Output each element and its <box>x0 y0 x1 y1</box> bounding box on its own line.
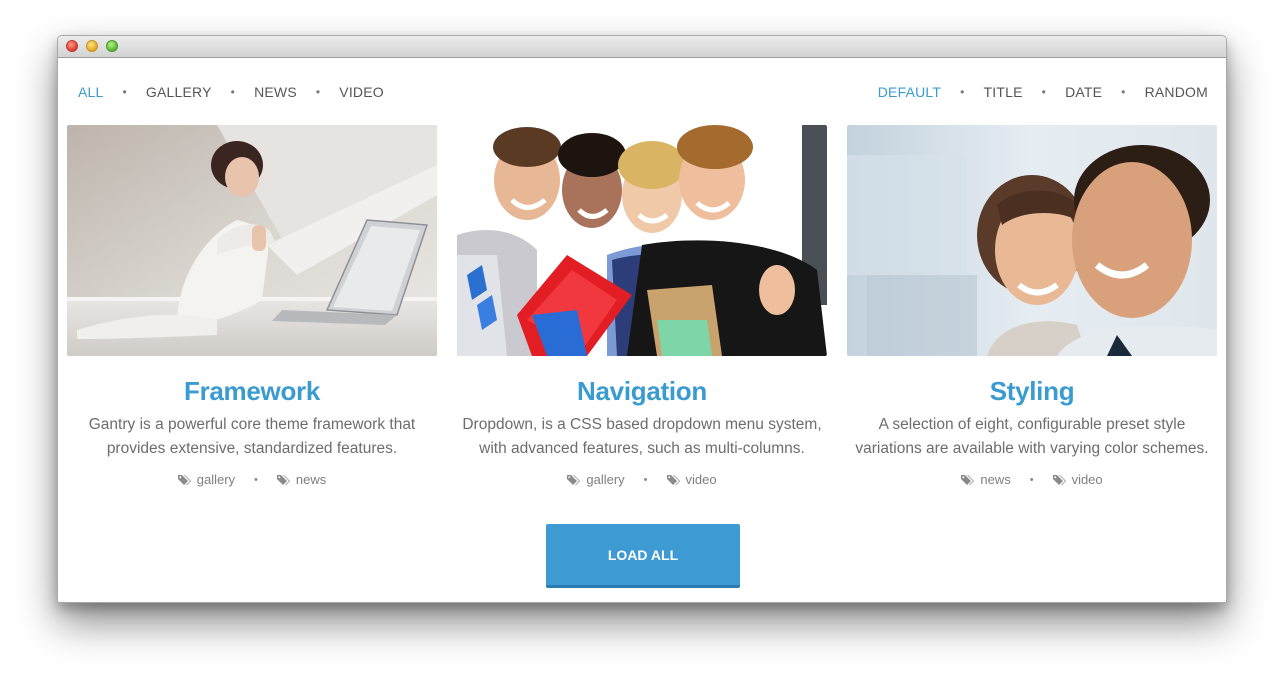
tag-video[interactable]: video <box>1052 472 1103 487</box>
card-image[interactable] <box>457 125 827 356</box>
card-navigation: Navigation Dropdown, is a CSS based drop… <box>457 125 827 487</box>
filter-all[interactable]: ALL <box>78 84 104 100</box>
tag-label: gallery <box>586 472 625 487</box>
tag-label: news <box>980 472 1011 487</box>
tag-gallery[interactable]: gallery <box>567 472 625 487</box>
separator-dot: • <box>122 85 127 99</box>
tag-label: video <box>1071 472 1103 487</box>
separator-dot: • <box>230 85 236 99</box>
minimize-window-button[interactable] <box>86 40 98 52</box>
tags-icon <box>961 474 975 485</box>
separator-dot: • <box>1041 85 1047 99</box>
filter-video[interactable]: VIDEO <box>339 84 384 100</box>
sort-default[interactable]: DEFAULT <box>878 84 941 100</box>
tag-gallery[interactable]: gallery <box>177 472 236 487</box>
separator-dot: • <box>1029 473 1034 486</box>
sort-title[interactable]: TITLE <box>984 84 1023 100</box>
card-description: Gantry is a powerful core theme framewor… <box>88 416 416 457</box>
tags-icon <box>276 474 290 485</box>
title-bar <box>58 36 1226 58</box>
separator-dot: • <box>1121 85 1126 99</box>
tags-icon <box>666 474 680 485</box>
separator-dot: • <box>315 85 321 99</box>
card-title[interactable]: Framework <box>67 376 437 407</box>
card-description: Dropdown, is a CSS based dropdown menu s… <box>462 416 822 457</box>
filter-nav: ALL • GALLERY • NEWS • VIDEO <box>78 82 384 102</box>
browser-window: ALL • GALLERY • NEWS • VIDEO DEFAULT • T… <box>57 35 1227 603</box>
tag-news[interactable]: news <box>961 472 1011 487</box>
card-styling: Styling A selection of eight, configurab… <box>847 125 1217 487</box>
separator-dot: • <box>960 85 965 99</box>
card-title[interactable]: Navigation <box>457 376 827 407</box>
card-framework: Framework Gantry is a powerful core them… <box>67 125 437 487</box>
smiling-couple-photo <box>847 125 1217 356</box>
load-all-button[interactable]: LOAD ALL <box>546 524 740 588</box>
tags-icon <box>177 474 191 485</box>
tag-news[interactable]: news <box>276 472 327 487</box>
filter-news[interactable]: NEWS <box>254 84 297 100</box>
sort-random[interactable]: RANDOM <box>1145 84 1208 100</box>
tags-icon <box>567 474 581 485</box>
tags-icon <box>1052 474 1066 485</box>
card-tags: gallery • news <box>67 472 437 487</box>
tag-video[interactable]: video <box>666 472 717 487</box>
separator-dot: • <box>643 473 648 486</box>
card-description: A selection of eight, configurable prese… <box>855 416 1209 457</box>
sort-nav: DEFAULT • TITLE • DATE • RANDOM <box>878 82 1208 102</box>
separator-dot: • <box>254 473 258 486</box>
office-woman-laptop-photo <box>67 125 437 356</box>
students-group-photo <box>457 125 827 356</box>
tag-label: news <box>295 472 327 487</box>
tag-label: video <box>685 472 717 487</box>
card-title[interactable]: Styling <box>847 376 1217 407</box>
tag-label: gallery <box>196 472 236 487</box>
card-tags: gallery • video <box>457 472 827 487</box>
card-image[interactable] <box>67 125 437 356</box>
card-tags: news • video <box>847 472 1217 487</box>
close-window-button[interactable] <box>66 40 78 52</box>
card-image[interactable] <box>847 125 1217 356</box>
filter-gallery[interactable]: GALLERY <box>146 84 212 100</box>
zoom-window-button[interactable] <box>106 40 118 52</box>
sort-date[interactable]: DATE <box>1065 84 1102 100</box>
